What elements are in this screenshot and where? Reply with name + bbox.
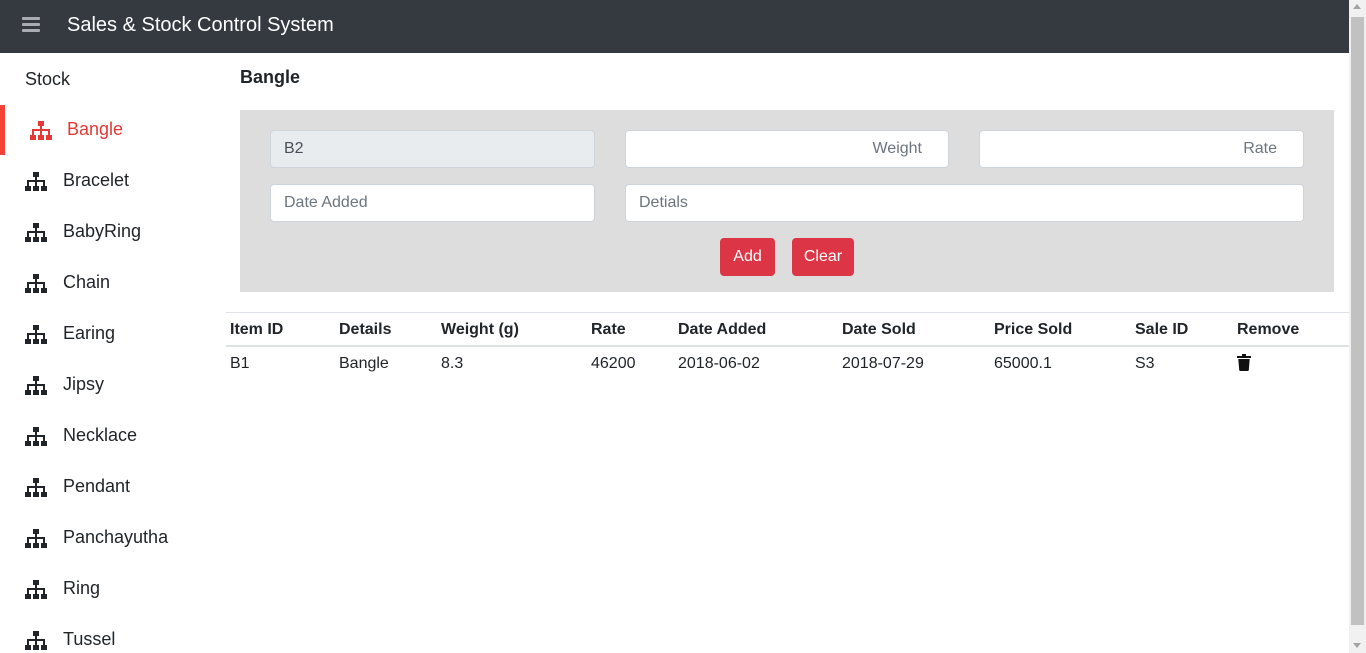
sitemap-icon [30, 121, 52, 140]
rate-field[interactable] [979, 130, 1304, 168]
add-button[interactable]: Add [720, 238, 775, 276]
cell-sale-id: S3 [1135, 355, 1155, 372]
cell-price-sold: 65000.1 [994, 355, 1052, 372]
sidebar-item-label: Panchayutha [63, 527, 169, 547]
sidebar-item-bracelet[interactable]: Bracelet [0, 156, 215, 206]
item-id-field[interactable] [270, 130, 595, 168]
sitemap-icon [25, 223, 47, 242]
sidebar-heading: Stock [25, 69, 71, 89]
top-navbar: Sales & Stock Control System [0, 0, 1349, 53]
sidebar-item-earing[interactable]: Earing [0, 309, 215, 359]
table-header: Item ID Details Weight (g) Rate Date Add… [226, 312, 1349, 347]
sitemap-icon [25, 427, 47, 446]
sidebar-item-label: Jipsy [63, 374, 105, 394]
column-header-details[interactable]: Details [339, 321, 391, 339]
sitemap-icon [25, 325, 47, 344]
cell-details: Bangle [339, 355, 389, 372]
column-header-date-sold[interactable]: Date Sold [842, 321, 916, 339]
sitemap-icon [25, 274, 47, 293]
sidebar-item-label: Chain [63, 272, 111, 292]
scroll-up-arrow-icon[interactable] [1353, 4, 1361, 9]
sidebar-item-necklace[interactable]: Necklace [0, 411, 215, 461]
cell-date-added: 2018-06-02 [678, 355, 760, 372]
sidebar-item-panchayutha[interactable]: Panchayutha [0, 513, 215, 563]
date-added-field[interactable] [270, 184, 595, 222]
sidebar-item-chain[interactable]: Chain [0, 258, 215, 308]
column-header-date-added[interactable]: Date Added [678, 321, 766, 339]
column-header-item-id[interactable]: Item ID [230, 321, 283, 339]
sidebar-item-pendant[interactable]: Pendant [0, 462, 215, 512]
sidebar-item-label: Earing [63, 323, 116, 343]
sidebar-item-label: Tussel [63, 629, 116, 649]
sidebar-item-babyring[interactable]: BabyRing [0, 207, 215, 257]
sidebar-item-tussel[interactable]: Tussel [0, 615, 215, 653]
vertical-scrollbar[interactable] [1349, 0, 1366, 653]
sidebar-item-label: Ring [63, 578, 101, 598]
column-header-rate[interactable]: Rate [591, 321, 626, 339]
sidebar-item-label: Bracelet [63, 170, 130, 190]
sitemap-icon [25, 529, 47, 548]
table-row[interactable]: B1 Bangle 8.3 46200 2018-06-02 2018-07-2… [226, 347, 1349, 381]
clear-button[interactable]: Clear [792, 238, 854, 276]
sidebar-item-ring[interactable]: Ring [0, 564, 215, 614]
column-header-weight[interactable]: Weight (g) [441, 321, 519, 339]
sidebar-item-bangle[interactable]: Bangle [0, 105, 215, 155]
sitemap-icon [25, 631, 47, 650]
sidebar-item-jipsy[interactable]: Jipsy [0, 360, 215, 410]
page-title: Bangle [240, 67, 301, 87]
weight-field[interactable] [625, 130, 949, 168]
sidebar: Stock Bangle Bracelet BabyRing Chain Ear… [0, 53, 215, 653]
cell-rate: 46200 [591, 355, 636, 372]
sidebar-item-label: Pendant [63, 476, 131, 496]
item-form: Add Clear [240, 110, 1334, 292]
details-field[interactable] [625, 184, 1304, 222]
sidebar-item-label: Bangle [67, 119, 124, 139]
sitemap-icon [25, 376, 47, 395]
column-header-price-sold[interactable]: Price Sold [994, 321, 1072, 339]
app-title: Sales & Stock Control System [67, 14, 334, 36]
sitemap-icon [25, 172, 47, 191]
sitemap-icon [25, 580, 47, 599]
column-header-sale-id[interactable]: Sale ID [1135, 321, 1188, 339]
scroll-down-arrow-icon[interactable] [1353, 643, 1361, 648]
scrollbar-thumb[interactable] [1351, 17, 1364, 625]
cell-date-sold: 2018-07-29 [842, 355, 924, 372]
sidebar-item-label: Necklace [63, 425, 138, 445]
sitemap-icon [25, 478, 47, 497]
hamburger-icon[interactable] [22, 17, 40, 33]
column-header-remove[interactable]: Remove [1237, 321, 1299, 339]
trash-icon[interactable] [1237, 354, 1251, 371]
sidebar-item-label: BabyRing [63, 221, 142, 241]
cell-weight: 8.3 [441, 355, 464, 372]
cell-item-id: B1 [230, 355, 250, 372]
